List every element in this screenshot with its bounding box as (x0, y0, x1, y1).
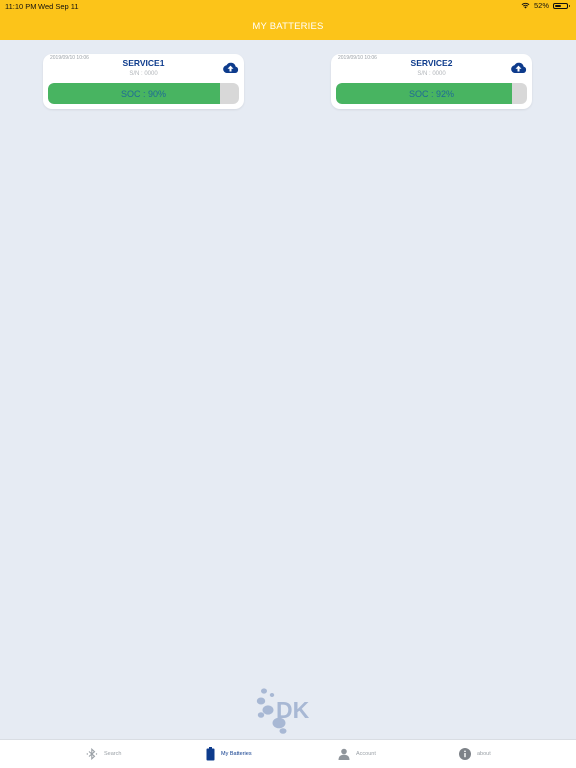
card-serial: S/N : 0000 (417, 71, 446, 77)
tab-search[interactable]: Search (86, 740, 121, 768)
card-battery-name: SERVICE1 (122, 58, 165, 68)
tab-about[interactable]: about (459, 740, 491, 768)
status-time: 11:10 PM (5, 2, 37, 11)
tab-label: Account (356, 751, 376, 757)
soc-progress-bar: SOC : 92% (336, 83, 527, 104)
soc-label: SOC : 90% (120, 88, 167, 99)
battery-card[interactable]: 2019/09/10 10:06 SERVICE2 S/N : 0000 SOC… (331, 54, 532, 109)
status-battery-fill (555, 4, 561, 7)
person-icon (338, 748, 350, 760)
info-icon (459, 748, 471, 760)
card-battery-name: SERVICE2 (410, 58, 453, 68)
cloud-upload-icon[interactable] (222, 61, 239, 75)
soc-label: SOC : 92% (408, 88, 455, 99)
battery-percent: 52% (533, 1, 549, 10)
tab-bar: Search My Batteries Account about (0, 739, 576, 768)
status-right: 52% (521, 1, 570, 10)
brand-logo: DK (256, 688, 310, 734)
tab-my-batteries[interactable]: My Batteries (206, 740, 252, 768)
cloud-upload-icon[interactable] (510, 61, 527, 75)
status-bar: 11:10 PM Wed Sep 11 52% (0, 0, 576, 12)
wifi-icon (521, 2, 530, 9)
battery-icon (206, 747, 215, 761)
tab-label: My Batteries (221, 751, 252, 757)
nav-header: MY BATTERIES (0, 12, 576, 40)
page-title: MY BATTERIES (252, 20, 324, 32)
tab-label: Search (104, 751, 122, 757)
battery-card[interactable]: 2019/09/10 10:06 SERVICE1 S/N : 0000 SOC… (43, 54, 244, 109)
tab-account[interactable]: Account (338, 740, 376, 768)
soc-progress-bar: SOC : 90% (48, 83, 239, 104)
card-serial: S/N : 0000 (129, 71, 158, 77)
logo-text: DK (276, 697, 310, 723)
tab-label: about (477, 751, 491, 757)
status-date: Wed Sep 11 (38, 2, 79, 11)
bluetooth-icon (86, 748, 98, 760)
status-battery-icon (553, 2, 570, 9)
